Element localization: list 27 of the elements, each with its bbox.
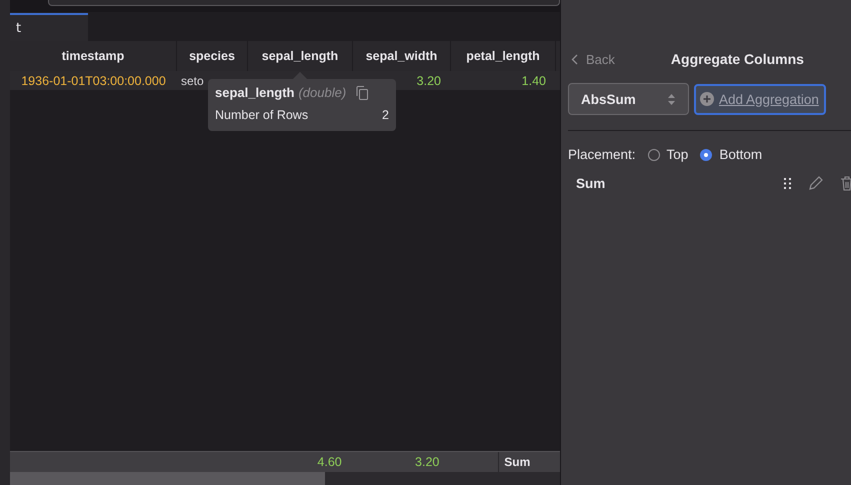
tooltip-column-name: sepal_length — [215, 85, 294, 100]
scrollbar-thumb[interactable] — [10, 472, 325, 485]
aggregation-name: Sum — [576, 176, 606, 191]
table-cell-text: 1936-01-01T03:00:00.000 — [20, 72, 167, 90]
plus-icon — [700, 92, 714, 106]
footer-cell-text: 3.20 — [414, 454, 440, 471]
footer-cell-text: 4.60 — [316, 454, 343, 471]
copy-icon[interactable] — [356, 86, 368, 100]
drag-handle-icon[interactable] — [784, 178, 791, 189]
aggregation-select[interactable]: AbsSum — [568, 83, 689, 115]
chevron-left-icon — [571, 54, 578, 64]
input-field[interactable] — [48, 0, 560, 6]
tooltip-stat-label: Number of Rows — [215, 108, 308, 122]
tooltip-stat-value: 2 — [382, 108, 389, 122]
tooltip-column-type: (double) — [298, 85, 346, 100]
pencil-icon[interactable] — [808, 176, 823, 191]
placement-option[interactable]: Top — [648, 147, 688, 162]
table-cell-text: 3.20 — [416, 72, 442, 90]
add-aggregation-button[interactable]: Add Aggregation — [694, 84, 826, 114]
sort-arrows-icon — [667, 92, 676, 106]
panel-title: Aggregate Columns — [670, 51, 804, 67]
trash-icon[interactable] — [841, 176, 851, 191]
table-cell-text: 1.40 — [520, 72, 547, 90]
placement-option[interactable]: Bottom — [700, 147, 762, 162]
table-cell-text: seto — [180, 72, 205, 90]
placement-label: Placement: — [568, 147, 636, 162]
tab[interactable]: t — [10, 13, 88, 41]
